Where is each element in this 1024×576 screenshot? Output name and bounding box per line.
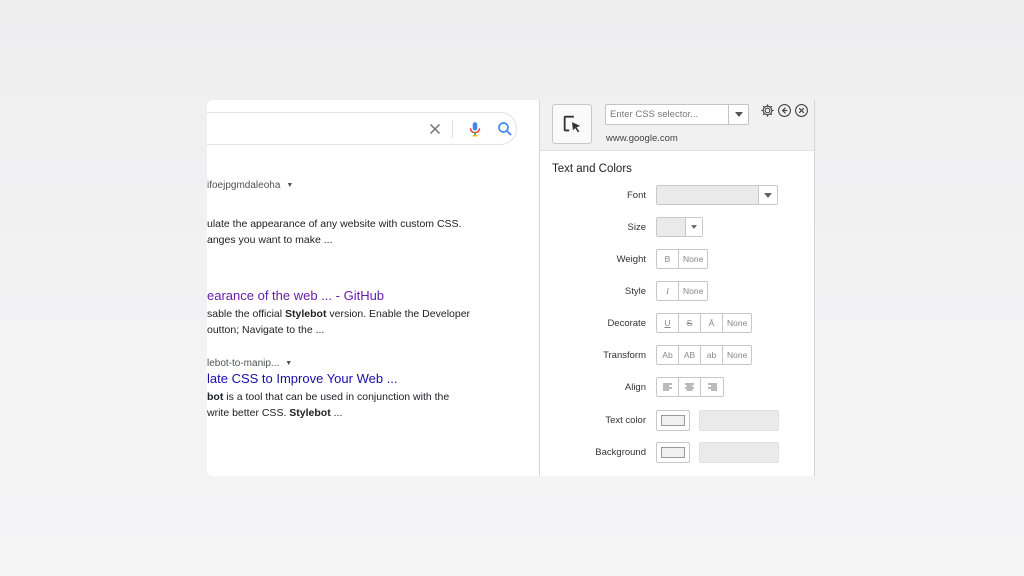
- text-color-row: Text color: [540, 410, 814, 432]
- close-icon[interactable]: [426, 120, 444, 138]
- style-row: Style I None: [540, 281, 814, 303]
- font-row: Font: [540, 185, 814, 207]
- weight-none-button[interactable]: None: [679, 250, 707, 268]
- align-button-group: [656, 377, 724, 397]
- text-color-label: Text color: [605, 415, 646, 426]
- result-item: ifoejpgmdaleoha ▼: [207, 180, 293, 191]
- stylebot-panel: www.google.com Text and Colors Font Size…: [539, 100, 815, 476]
- search-bar[interactable]: [207, 112, 517, 145]
- align-left-button[interactable]: [657, 378, 679, 396]
- result-snippet-line: sable the official Stylebot version. Ena…: [207, 308, 471, 320]
- result-url[interactable]: ifoejpgmdaleoha ▼: [207, 180, 293, 191]
- result-snippet: ulate the appearance of any website with…: [207, 216, 461, 248]
- transform-button-group: Ab AB ab None: [656, 345, 753, 365]
- chevron-down-icon[interactable]: ▼: [286, 182, 293, 189]
- search-divider: [452, 120, 453, 138]
- result-snippet-line: write better CSS. Stylebot ...: [207, 407, 343, 419]
- chevron-down-icon: [734, 112, 743, 117]
- cursor-select-icon: [563, 115, 581, 133]
- align-left-icon: [663, 383, 672, 391]
- background-row: Background: [540, 442, 814, 464]
- lowercase-button[interactable]: ab: [701, 346, 723, 364]
- weight-button-group: B None: [656, 249, 709, 269]
- uppercase-button[interactable]: AB: [679, 346, 701, 364]
- chevron-down-icon: [691, 225, 697, 229]
- text-color-input[interactable]: [699, 410, 779, 431]
- align-center-icon: [685, 383, 694, 391]
- align-row: Align: [540, 377, 814, 399]
- capitalize-button[interactable]: Ab: [657, 346, 679, 364]
- text-color-swatch[interactable]: [656, 410, 690, 431]
- transform-none-button[interactable]: None: [723, 346, 751, 364]
- css-selector-input[interactable]: [606, 105, 728, 124]
- strikethrough-button[interactable]: S: [679, 314, 701, 332]
- result-title-link[interactable]: late CSS to Improve Your Web ...: [207, 371, 449, 386]
- browser-window: ifoejpgmdaleoha ▼ ulate the appearance o…: [207, 100, 815, 476]
- align-center-button[interactable]: [679, 378, 701, 396]
- style-label: Style: [624, 286, 646, 297]
- overline-button[interactable]: Ā: [701, 314, 723, 332]
- element-picker-button[interactable]: [552, 104, 592, 144]
- size-row: Size: [540, 217, 814, 239]
- google-results-page: ifoejpgmdaleoha ▼ ulate the appearance o…: [207, 100, 539, 476]
- result-title-link[interactable]: earance of the web ... - GitHub: [207, 288, 470, 303]
- align-label: Align: [624, 382, 646, 393]
- microphone-icon[interactable]: [466, 120, 484, 138]
- background-color-input[interactable]: [699, 442, 779, 463]
- section-title: Text and Colors: [552, 163, 632, 175]
- decorate-none-button[interactable]: None: [723, 314, 751, 332]
- style-button-group: I None: [656, 281, 709, 301]
- current-domain: www.google.com: [606, 133, 678, 144]
- weight-row: Weight B None: [540, 249, 814, 271]
- bold-button[interactable]: B: [657, 250, 679, 268]
- panel-header: www.google.com: [540, 100, 814, 151]
- result-item: lebot-to-manip... ▼ late CSS to Improve …: [207, 358, 449, 421]
- result-url[interactable]: lebot-to-manip... ▼: [207, 358, 449, 369]
- style-none-button[interactable]: None: [679, 282, 707, 300]
- css-selector-combobox: [605, 104, 749, 125]
- transform-row: Transform Ab AB ab None: [540, 345, 814, 367]
- gear-icon[interactable]: [760, 103, 775, 118]
- decorate-button-group: U S Ā None: [656, 313, 753, 333]
- underline-button[interactable]: U: [657, 314, 679, 332]
- decorate-row: Decorate U S Ā None: [540, 313, 814, 335]
- background-color-swatch[interactable]: [656, 442, 690, 463]
- align-right-button[interactable]: [701, 378, 723, 396]
- selector-dropdown-button[interactable]: [728, 105, 748, 124]
- result-snippet-line: outton; Navigate to the ...: [207, 324, 325, 336]
- size-dropdown-button[interactable]: [685, 218, 702, 236]
- background-label: Background: [595, 447, 646, 458]
- search-icon[interactable]: [496, 120, 514, 138]
- chevron-down-icon[interactable]: ▼: [285, 360, 292, 367]
- result-snippet-line: bot is a tool that can be used in conjun…: [207, 391, 450, 403]
- size-label: Size: [627, 222, 646, 233]
- chevron-down-icon: [764, 192, 772, 198]
- panel-header-icons: [760, 103, 809, 118]
- size-select[interactable]: [656, 217, 703, 237]
- result-snippet-line: anges you want to make ...: [207, 234, 333, 246]
- back-icon[interactable]: [777, 103, 792, 118]
- result-item: earance of the web ... - GitHub sable th…: [207, 286, 470, 338]
- font-select[interactable]: [656, 185, 778, 205]
- result-snippet-line: ulate the appearance of any website with…: [207, 218, 462, 230]
- italic-button[interactable]: I: [657, 282, 679, 300]
- font-dropdown-button[interactable]: [758, 186, 777, 204]
- weight-label: Weight: [616, 254, 646, 265]
- transform-label: Transform: [603, 350, 646, 361]
- close-icon[interactable]: [794, 103, 809, 118]
- align-right-icon: [707, 383, 717, 391]
- font-label: Font: [626, 190, 646, 201]
- decorate-label: Decorate: [607, 318, 646, 329]
